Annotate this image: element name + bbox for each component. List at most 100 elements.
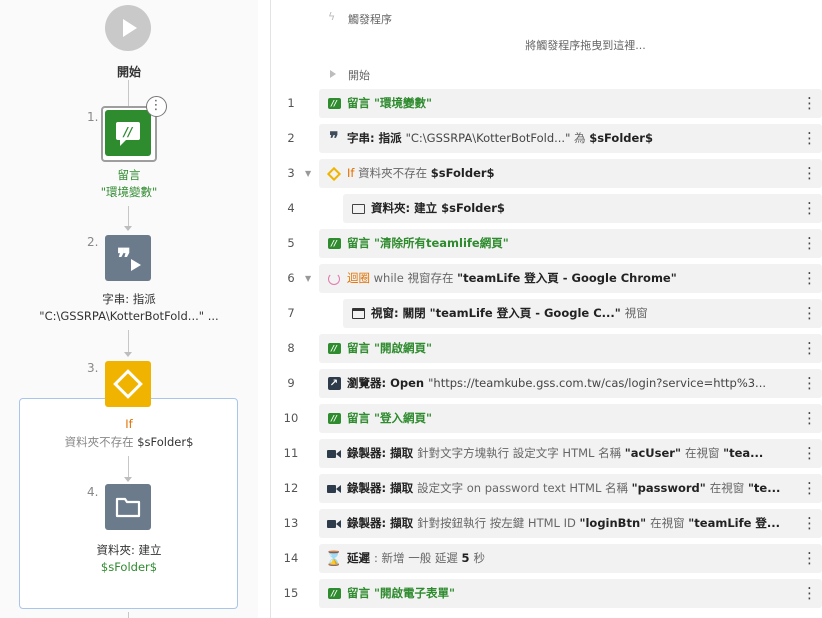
action-text: 字串: 指派 "C:\GSSRPA\KotterBotFold..." 為 $s… [347,124,796,153]
collapse-caret-icon[interactable]: ▼ [305,156,311,191]
action-text-part: 5 [461,551,474,565]
collapse-caret-icon[interactable]: ▼ [305,261,311,296]
recorder-icon [326,474,342,503]
action-card[interactable]: // 留言 "清除所有teamlife網頁" ⋮ [319,229,822,258]
folder-icon [115,497,141,518]
action-text: 錄製器: 擷取 設定文字 on password text HTML 名稱 "p… [347,474,796,503]
action-text-part: 留言 "開啟電子表單" [347,586,455,600]
folder-icon [350,194,366,223]
row-more-options-icon[interactable]: ⋮ [802,124,817,153]
action-row[interactable]: 13 錄製器: 擷取 針對按鈕執行 按左鍵 HTML ID "loginBtn" … [271,506,822,541]
trigger-drop-zone[interactable]: 將觸發程序拖曳到這裡... [271,37,822,61]
row-more-options-icon[interactable]: ⋮ [802,544,817,573]
trigger-label: 觸發程序 [348,13,392,26]
step-number: 2. [87,235,99,249]
if-node[interactable] [105,361,151,407]
row-more-options-icon[interactable]: ⋮ [802,334,817,363]
action-row[interactable]: 8 // 留言 "開啟網頁" ⋮ [271,331,822,366]
action-row[interactable]: 12 錄製器: 擷取 設定文字 on password text HTML 名稱 … [271,471,822,506]
action-text: 留言 "開啟網頁" [347,334,796,363]
action-text-part: 錄製器: 擷取 [347,446,418,460]
action-row[interactable]: 11 錄製器: 擷取 針對文字方塊執行 設定文字 HTML 名稱 "acUser"… [271,436,822,471]
row-more-options-icon[interactable]: ⋮ [802,89,817,118]
svg-text:❞: ❞ [117,244,131,274]
node-3-condition: 資料夾不存在 [64,435,138,449]
action-text-part: 延遲 [347,551,375,565]
action-card[interactable]: ⌛ 延遲 : 新增 一般 延遲 5 秒 ⋮ [319,544,822,573]
row-more-options-icon[interactable]: ⋮ [802,264,817,293]
action-row[interactable]: 3 ▼ If 資料夾不存在 $sFolder$ ⋮ [271,156,822,191]
row-more-options-icon[interactable]: ⋮ [802,439,817,468]
quote-icon: ❞ [329,128,339,149]
action-card[interactable]: ❞ 字串: 指派 "C:\GSSRPA\KotterBotFold..." 為 $… [319,124,822,153]
action-text-part: 資料夾: 建立 $sFolder$ [371,201,505,215]
action-card[interactable]: 資料夾: 建立 $sFolder$ ⋮ [343,194,822,223]
diamond-icon [113,369,143,399]
action-list-panel: ϟ 觸發程序 將觸發程序拖曳到這裡... 開始 1 // 留言 "環境變數" ⋮ 2 ❞ 字… [271,0,822,618]
start-node[interactable] [105,5,151,51]
action-text-part: 留言 "清除所有teamlife網頁" [347,236,509,250]
action-row[interactable]: 5 // 留言 "清除所有teamlife網頁" ⋮ [271,226,822,261]
line-number: 11 [283,446,299,460]
row-more-options-icon[interactable]: ⋮ [802,369,817,398]
string-quote-icon: ❞ [117,244,141,274]
action-row[interactable]: 2 ❞ 字串: 指派 "C:\GSSRPA\KotterBotFold..." 為 … [271,121,822,156]
action-row[interactable]: 7 視窗: 關閉 "teamLife 登入頁 - Google C..." 視窗 ⋮ [271,296,822,331]
action-row[interactable]: 10 // 留言 "登入網頁" ⋮ [271,401,822,436]
folder-create-node[interactable] [105,484,151,530]
action-row[interactable]: 6 ▼ 迴圈 while 視窗存在 "teamLife 登入頁 - Google C… [271,261,822,296]
row-more-options-icon[interactable]: ⋮ [802,474,817,503]
action-card[interactable]: // 留言 "環境變數" ⋮ [319,89,822,118]
action-text-part: 錄製器: 擷取 [347,516,418,530]
action-card[interactable]: If 資料夾不存在 $sFolder$ ⋮ [319,159,822,188]
node-more-options-button[interactable] [146,96,167,117]
action-row[interactable]: 1 // 留言 "環境變數" ⋮ [271,86,822,121]
window-icon [350,299,366,328]
line-number: 15 [283,586,299,600]
action-card[interactable]: 錄製器: 擷取 針對按鈕執行 按左鍵 HTML ID "loginBtn" 在視… [319,509,822,538]
comment-icon: // [326,404,342,433]
action-card[interactable]: 迴圈 while 視窗存在 "teamLife 登入頁 - Google Chr… [319,264,822,293]
action-text-part: "te... [747,481,781,495]
action-card[interactable]: // 留言 "開啟電子表單" ⋮ [319,579,822,608]
action-card[interactable]: ↗ 瀏覽器: Open "https://teamkube.gss.com.tw/… [319,369,822,398]
row-more-options-icon[interactable]: ⋮ [802,579,817,608]
row-more-options-icon[interactable]: ⋮ [802,404,817,433]
action-text-part: 留言 "登入網頁" [347,411,432,425]
action-card[interactable]: 錄製器: 擷取 設定文字 on password text HTML 名稱 "p… [319,474,822,503]
hourglass-icon: ⌛ [325,550,343,567]
trigger-section-header[interactable]: ϟ 觸發程序 [271,6,822,30]
action-text-part: 錄製器: 擷取 [347,481,418,495]
action-text-part: "https://teamkube.gss.com.tw/cas/login?s… [428,376,767,390]
row-more-options-icon[interactable]: ⋮ [802,229,817,258]
action-text-part: "tea... [723,446,764,460]
action-text-part: 在視窗 [684,446,724,460]
action-text: 錄製器: 擷取 針對按鈕執行 按左鍵 HTML ID "loginBtn" 在視… [347,509,796,538]
action-text: 錄製器: 擷取 針對文字方塊執行 設定文字 HTML 名稱 "acUser" 在… [347,439,796,468]
flow-diagram-panel: 開始 1. // 留言 "環境變數" 2. ❞ 字串: 指派 "C:\GSSRP… [0,0,258,618]
action-row[interactable]: 9 ↗ 瀏覽器: Open "https://teamkube.gss.com.tw… [271,366,822,401]
action-card[interactable]: 錄製器: 擷取 針對文字方塊執行 設定文字 HTML 名稱 "acUser" 在… [319,439,822,468]
action-card[interactable]: // 留言 "登入網頁" ⋮ [319,404,822,433]
action-text-part: 留言 "開啟網頁" [347,341,432,355]
start-node-label: 開始 [116,65,141,79]
action-text: 留言 "環境變數" [347,89,796,118]
action-text: 延遲 : 新增 一般 延遲 5 秒 [347,544,796,573]
action-row[interactable]: 15 // 留言 "開啟電子表單" ⋮ [271,576,822,611]
row-more-options-icon[interactable]: ⋮ [802,159,817,188]
row-more-options-icon[interactable]: ⋮ [802,194,817,223]
action-row[interactable]: 4 資料夾: 建立 $sFolder$ ⋮ [271,191,822,226]
action-card[interactable]: 視窗: 關閉 "teamLife 登入頁 - Google C..." 視窗 ⋮ [343,299,822,328]
row-more-options-icon[interactable]: ⋮ [802,299,817,328]
action-text-part: $sFolder$ [589,131,653,145]
step-number: 1. [87,110,99,124]
string-assign-node[interactable]: ❞ [105,235,151,281]
node-4-subtitle: $sFolder$ [100,560,158,574]
action-card[interactable]: // 留言 "開啟網頁" ⋮ [319,334,822,363]
line-number: 4 [287,201,295,215]
comment-node[interactable]: // [105,110,151,156]
comment-icon: // [326,334,342,363]
action-row[interactable]: 14 ⌛ 延遲 : 新增 一般 延遲 5 秒 ⋮ [271,541,822,576]
start-section-header[interactable]: 開始 [271,64,822,88]
row-more-options-icon[interactable]: ⋮ [802,509,817,538]
